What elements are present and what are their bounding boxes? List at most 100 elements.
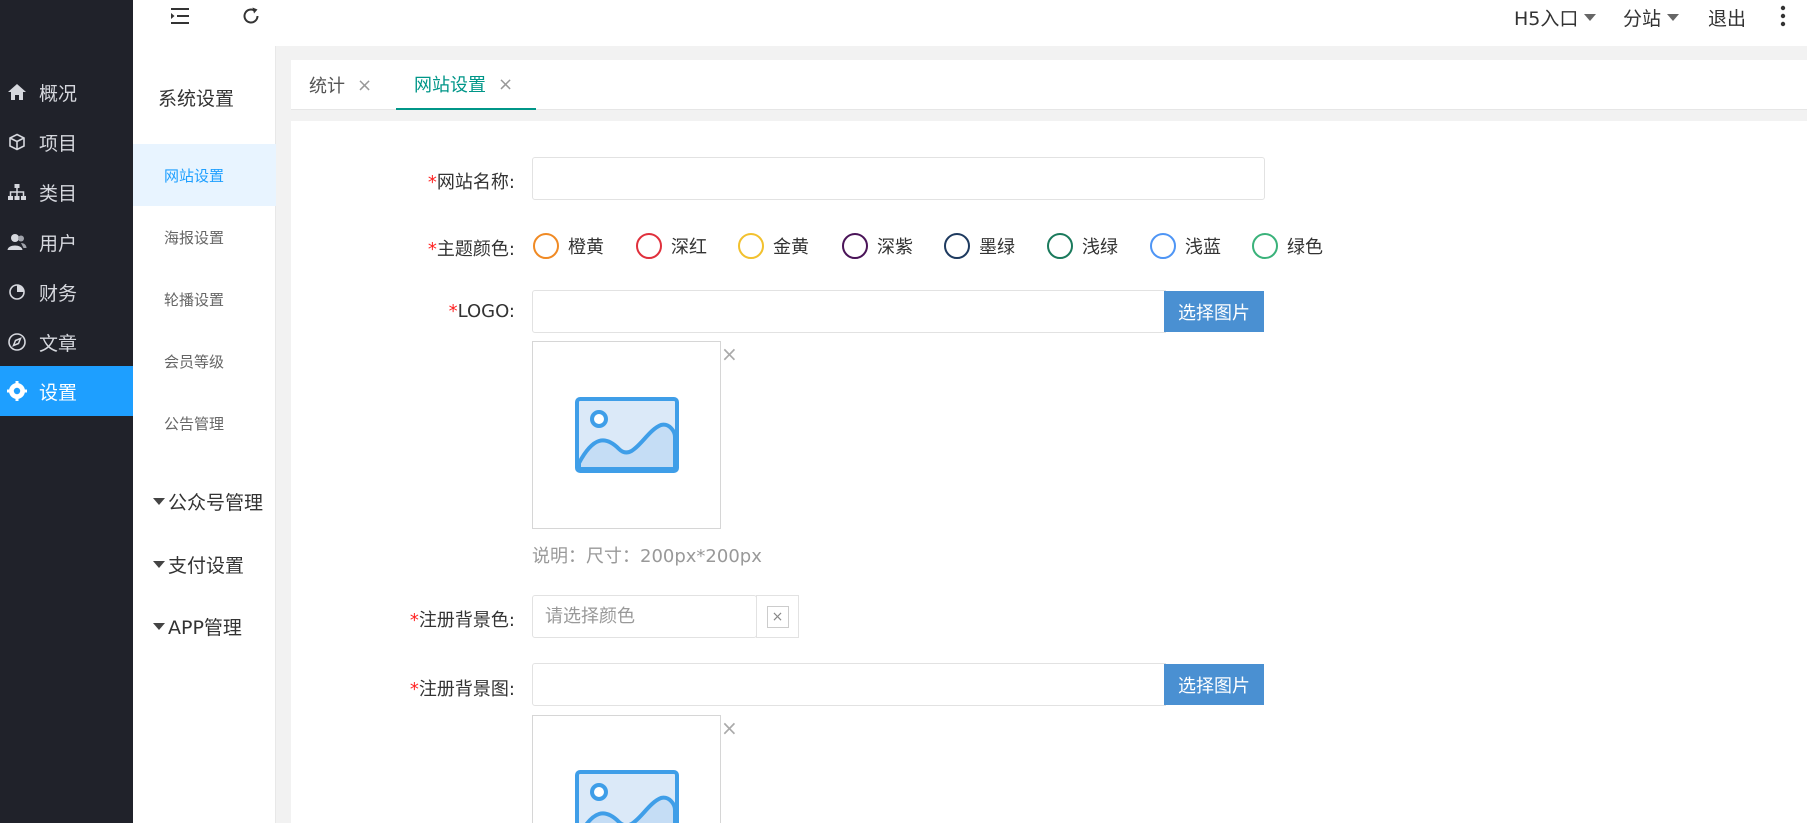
settings-subnav: 系统设置 网站设置 海报设置 轮播设置 会员等级 公告管理 公众号管理 支付设置… <box>133 46 276 823</box>
logo-path-input[interactable] <box>532 290 1166 333</box>
logo-label: *LOGO: <box>448 301 515 322</box>
caret-down-icon <box>153 498 165 505</box>
clear-icon: × <box>766 605 789 628</box>
users-icon <box>6 231 28 253</box>
top-header: H5入口 分站 退出 <box>133 0 1807 46</box>
site-name-label: *网站名称: <box>427 172 515 193</box>
subnav-item-member-levels[interactable]: 会员等级 <box>133 330 276 392</box>
radio-label: 绿色 <box>1287 237 1323 258</box>
radio-circle <box>1047 233 1073 259</box>
theme-radio-gold[interactable]: 金黄 <box>738 233 809 259</box>
tab-site-settings[interactable]: 网站设置 × <box>396 60 536 110</box>
home-icon <box>6 81 28 103</box>
cube-icon <box>6 131 28 153</box>
theme-radio-ink-green[interactable]: 墨绿 <box>944 233 1015 259</box>
sidebar-item-label: 设置 <box>39 381 78 404</box>
subnav-group-label: 公众号管理 <box>168 492 264 514</box>
sidebar-item-label: 用户 <box>39 232 78 255</box>
subnav-title: 系统设置 <box>158 88 235 110</box>
sitemap-icon <box>6 181 28 203</box>
theme-radio-green[interactable]: 绿色 <box>1252 233 1323 259</box>
tab-label: 统计 <box>309 76 345 97</box>
select-logo-button[interactable]: 选择图片 <box>1164 291 1264 332</box>
sidebar-item-label: 项目 <box>39 132 78 155</box>
subnav-group-payment[interactable]: 支付设置 <box>153 551 244 578</box>
subnav-group-label: APP管理 <box>168 617 242 639</box>
pie-icon <box>6 281 28 303</box>
subnav-group-app[interactable]: APP管理 <box>153 613 242 640</box>
caret-down-icon <box>1584 14 1597 21</box>
subnav-item-announcements[interactable]: 公告管理 <box>133 392 276 454</box>
compass-icon <box>6 331 28 353</box>
radio-label: 深红 <box>671 237 707 258</box>
clear-color-button[interactable]: × <box>756 595 799 638</box>
register-bg-image-label: *注册背景图: <box>409 679 515 700</box>
radio-label: 金黄 <box>773 237 809 258</box>
subnav-item-site-settings[interactable]: 网站设置 <box>133 144 276 206</box>
remove-register-bg-icon[interactable]: × <box>721 718 738 738</box>
theme-radio-orange[interactable]: 橙黄 <box>533 233 604 259</box>
radio-label: 墨绿 <box>979 237 1015 258</box>
radio-circle <box>738 233 764 259</box>
tab-statistics[interactable]: 统计 × <box>309 60 372 110</box>
sidebar-item-label: 财务 <box>39 282 78 305</box>
main-sidebar: 概况 项目 类目 用户 财务 文章 设置 <box>0 0 133 823</box>
theme-radio-dark-red[interactable]: 深红 <box>636 233 707 259</box>
sidebar-item-overview[interactable]: 概况 <box>0 67 133 117</box>
caret-down-icon <box>153 623 165 630</box>
site-settings-form <box>291 121 1807 823</box>
branch-label: 分站 <box>1623 8 1662 30</box>
gear-icon <box>6 380 28 402</box>
radio-circle <box>1252 233 1278 259</box>
radio-circle <box>533 233 559 259</box>
subnav-item-carousel-settings[interactable]: 轮播设置 <box>133 268 276 330</box>
menu-fold-icon[interactable] <box>165 2 195 30</box>
site-name-input[interactable] <box>532 157 1265 200</box>
register-bg-color-label: *注册背景色: <box>409 610 515 631</box>
radio-circle <box>842 233 868 259</box>
more-vertical-icon[interactable] <box>1773 2 1793 30</box>
radio-circle <box>636 233 662 259</box>
sidebar-item-label: 概况 <box>39 82 78 105</box>
radio-label: 深紫 <box>877 237 913 258</box>
sidebar-item-finance[interactable]: 财务 <box>0 267 133 317</box>
subnav-group-official-account[interactable]: 公众号管理 <box>153 488 263 515</box>
close-icon[interactable]: × <box>357 75 372 96</box>
branch-dropdown[interactable]: 分站 <box>1623 4 1680 31</box>
caret-down-icon <box>1667 14 1680 21</box>
sidebar-item-projects[interactable]: 项目 <box>0 117 133 167</box>
theme-color-label: *主题颜色: <box>427 239 515 260</box>
sidebar-item-categories[interactable]: 类目 <box>0 167 133 217</box>
close-icon[interactable]: × <box>498 74 513 95</box>
sidebar-item-label: 文章 <box>39 332 78 355</box>
image-placeholder-icon <box>574 397 679 473</box>
remove-logo-icon[interactable]: × <box>721 344 738 364</box>
radio-circle <box>944 233 970 259</box>
logout-link[interactable]: 退出 <box>1708 4 1746 31</box>
theme-radio-light-blue[interactable]: 浅蓝 <box>1150 233 1221 259</box>
register-bg-preview <box>532 715 721 823</box>
sidebar-item-articles[interactable]: 文章 <box>0 317 133 367</box>
theme-radio-dark-purple[interactable]: 深紫 <box>842 233 913 259</box>
sidebar-item-label: 类目 <box>39 182 78 205</box>
refresh-icon[interactable] <box>236 2 266 30</box>
logo-preview <box>532 341 721 529</box>
subnav-item-poster-settings[interactable]: 海报设置 <box>133 206 276 268</box>
theme-radio-light-green[interactable]: 浅绿 <box>1047 233 1118 259</box>
h5-entry-dropdown[interactable]: H5入口 <box>1514 4 1597 31</box>
register-bg-color-input[interactable] <box>532 595 757 638</box>
register-bg-image-path-input[interactable] <box>532 663 1166 706</box>
radio-label: 浅绿 <box>1082 237 1118 258</box>
sidebar-item-users[interactable]: 用户 <box>0 217 133 267</box>
radio-circle <box>1150 233 1176 259</box>
h5-entry-label: H5入口 <box>1514 8 1579 30</box>
logout-label: 退出 <box>1708 8 1747 30</box>
radio-label: 橙黄 <box>568 237 604 258</box>
subnav-group-label: 支付设置 <box>168 555 245 577</box>
caret-down-icon <box>153 561 165 568</box>
logo-size-hint: 说明：尺寸：200px*200px <box>532 546 762 567</box>
tab-label: 网站设置 <box>414 75 486 96</box>
sidebar-item-settings[interactable]: 设置 <box>0 366 133 416</box>
select-register-bg-button[interactable]: 选择图片 <box>1164 664 1264 705</box>
image-placeholder-icon <box>574 770 679 823</box>
